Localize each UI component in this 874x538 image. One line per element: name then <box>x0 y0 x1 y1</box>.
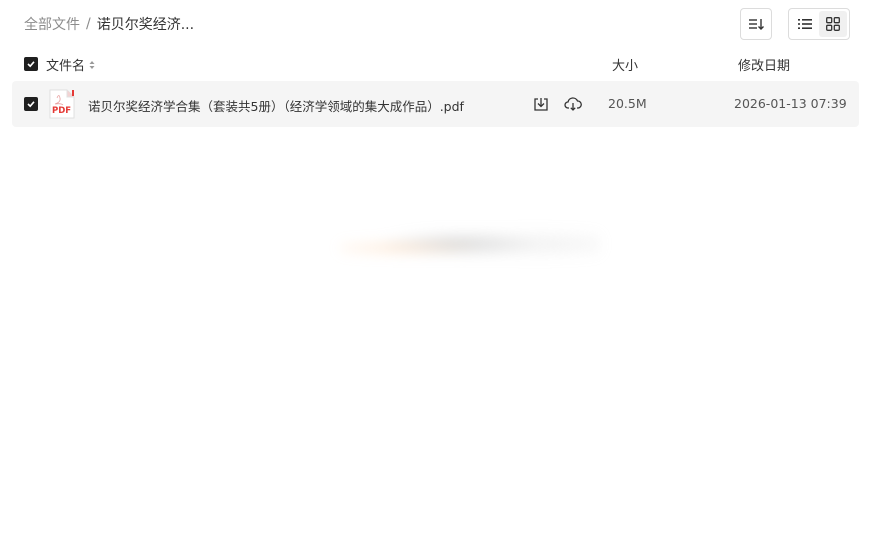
cloud-save-button[interactable] <box>563 94 583 114</box>
file-modified-date: 2026-01-13 07:39 <box>734 96 847 111</box>
grid-view-button[interactable] <box>819 11 847 37</box>
breadcrumb-current: 诺贝尔奖经济... <box>96 17 195 33</box>
checkmark-icon <box>27 61 35 68</box>
grid-view-icon <box>826 17 840 31</box>
table-header: 文件名 大小 修改日期 <box>12 50 859 78</box>
list-view-icon <box>798 19 812 29</box>
sort-button[interactable] <box>740 8 772 40</box>
column-header-size: 大小 <box>612 59 639 74</box>
sort-icon <box>749 19 764 30</box>
list-view-button[interactable] <box>791 11 819 37</box>
file-browser: 全部文件 / 诺贝尔奖经济... 文件名 大小 修改日期 PDF 诺贝尔奖经济学… <box>0 0 874 538</box>
breadcrumb-root-link[interactable]: 全部文件 <box>24 14 80 34</box>
checkmark-icon <box>27 101 35 108</box>
select-all-checkbox[interactable] <box>24 57 38 71</box>
download-icon <box>534 98 548 111</box>
cloud-download-icon <box>564 97 582 111</box>
file-name[interactable]: 诺贝尔奖经济学合集（套装共5册）（经济学领域的集大成作品）.pdf <box>88 96 464 115</box>
decorative-blur <box>340 228 600 268</box>
file-size: 20.5M <box>608 96 647 111</box>
column-header-name-label: 文件名 <box>46 59 86 74</box>
breadcrumb: 全部文件 / 诺贝尔奖经济... <box>24 14 194 34</box>
pdf-file-icon: PDF <box>49 89 75 119</box>
sort-caret-icon <box>89 60 95 69</box>
pdf-label: PDF <box>52 106 71 116</box>
row-checkbox[interactable] <box>24 97 38 111</box>
download-button[interactable] <box>531 94 551 114</box>
column-header-date: 修改日期 <box>738 59 791 74</box>
table-row[interactable]: PDF 诺贝尔奖经济学合集（套装共5册）（经济学领域的集大成作品）.pdf 20… <box>12 81 859 127</box>
breadcrumb-separator: / <box>86 16 91 32</box>
view-toggle <box>788 8 850 40</box>
column-header-name[interactable]: 文件名 <box>46 55 95 74</box>
